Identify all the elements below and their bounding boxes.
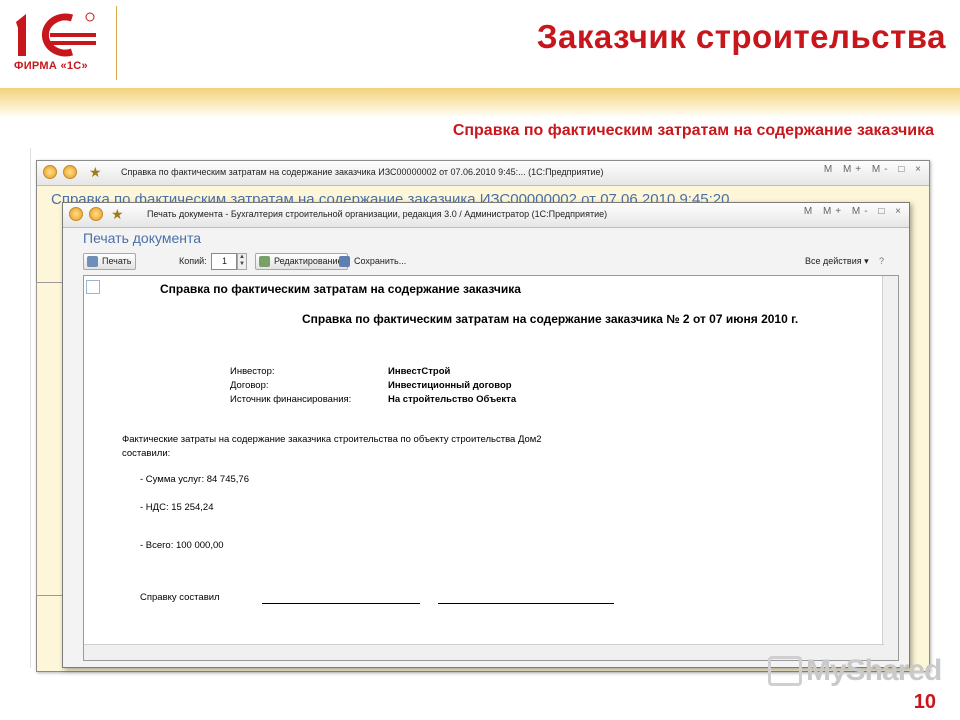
cell-marker <box>86 280 100 294</box>
name-line <box>438 603 614 604</box>
favorite-icon[interactable]: ★ <box>89 164 102 181</box>
dropdown-icon[interactable] <box>89 207 103 221</box>
logo-caption: ФИРМА «1С» <box>14 60 88 72</box>
printer-icon <box>87 256 98 267</box>
edit-toggle-button[interactable]: Редактирование <box>255 253 348 270</box>
floppy-icon <box>339 256 350 267</box>
save-button[interactable]: Сохранить... <box>335 253 411 270</box>
print-toolbar: Печать Копий: 1 ▲ ▼ Редактирование Сохран… <box>83 253 903 273</box>
app-menu-icon[interactable] <box>69 207 83 221</box>
print-button[interactable]: Печать <box>83 253 137 270</box>
funding-value: На стройтельство Объекта <box>388 394 517 405</box>
funding-label: Источник финансирования: <box>230 394 352 405</box>
dropdown-icon[interactable] <box>63 165 77 179</box>
costs-text: Фактические затраты на содержание заказч… <box>122 434 542 445</box>
copies-stepper[interactable]: ▲ ▼ <box>237 253 247 270</box>
services-sum: - Сумма услуг: 84 745,76 <box>140 474 249 485</box>
vertical-scrollbar[interactable] <box>882 276 898 660</box>
print-document: Справка по фактическим затратам на содер… <box>83 275 899 661</box>
help-icon[interactable]: ? <box>879 256 884 266</box>
print-window-titlebar[interactable]: ★ Печать документа - Бухгалтерия строите… <box>63 203 909 228</box>
print-form-title: Печать документа <box>83 230 202 246</box>
investor-label: Инвестор: <box>230 366 275 377</box>
page-number: 10 <box>913 691 936 713</box>
copies-input[interactable]: 1 <box>211 253 237 270</box>
doc-header-short: Справка по фактическим затратам на содер… <box>160 282 521 296</box>
slide-subtitle: Справка по фактическим затратам на содер… <box>452 122 934 139</box>
total-amount: - Всего: 100 000,00 <box>140 540 224 551</box>
all-actions-menu[interactable]: Все действия ▾ <box>805 256 869 267</box>
print-window: ★ Печать документа - Бухгалтерия строите… <box>62 202 910 668</box>
copies-label: Копий: <box>179 256 207 266</box>
report-window-titlebar[interactable]: ★ Справка по фактическим затратам на сод… <box>37 161 929 186</box>
slide-title: Заказчик строительства <box>536 18 946 55</box>
header-band <box>0 88 960 118</box>
window-controls[interactable]: M M+ M- □ × <box>804 206 905 217</box>
horizontal-scrollbar[interactable] <box>84 644 884 660</box>
costs-text-cont: составили: <box>122 448 171 459</box>
contract-label: Договор: <box>230 380 269 391</box>
watermark: MyShared <box>806 654 942 687</box>
contract-value: Инвестиционный договор <box>388 380 512 391</box>
signed-by-label: Справку составил <box>140 592 220 603</box>
print-window-title: Печать документа - Бухгалтерия строитель… <box>147 209 608 219</box>
slide-header: ФИРМА «1С» Заказчик строительства <box>0 0 960 88</box>
vat-amount: - НДС: 15 254,24 <box>140 502 214 513</box>
doc-header-full: Справка по фактическим затратам на содер… <box>302 312 799 326</box>
app-menu-icon[interactable] <box>43 165 57 179</box>
edit-icon <box>259 256 270 267</box>
favorite-icon[interactable]: ★ <box>111 206 124 223</box>
investor-value: ИнвестСтрой <box>388 366 451 377</box>
window-controls[interactable]: M M+ M- □ × <box>824 164 925 175</box>
watermark-icon <box>768 656 802 686</box>
report-window-title: Справка по фактическим затратам на содер… <box>121 167 604 177</box>
header-divider <box>116 6 117 80</box>
signature-line <box>262 603 420 604</box>
